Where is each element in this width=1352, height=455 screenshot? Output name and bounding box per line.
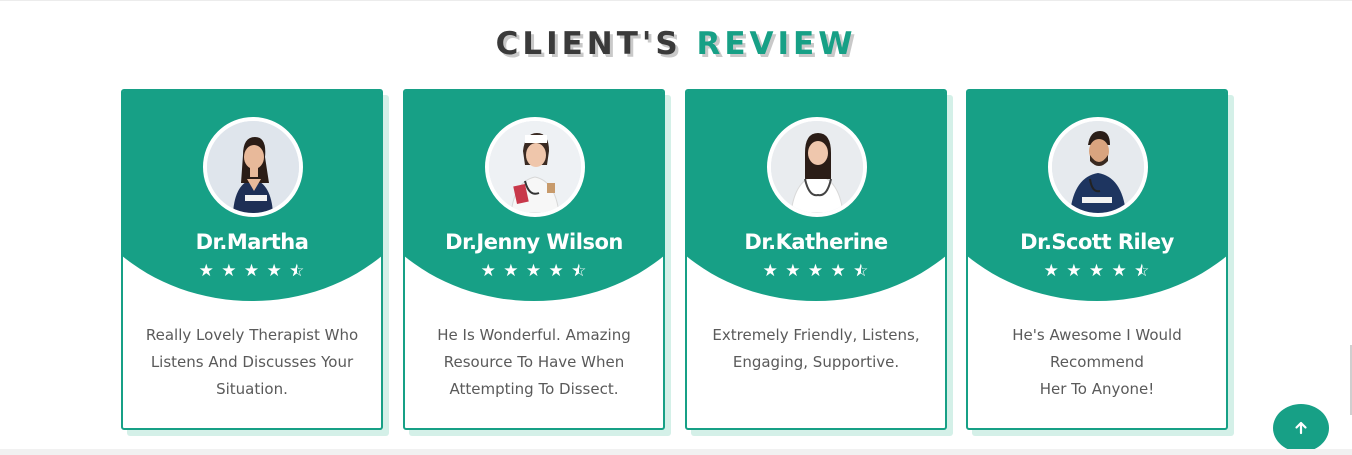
doctor-name: Dr.Scott Riley (1020, 230, 1174, 254)
rating-stars: ★ ★ ★ ★ ☆★ (405, 261, 663, 281)
doctor-photo-icon (489, 121, 581, 213)
star-icon: ★ (807, 261, 825, 281)
star-icon: ★ (266, 261, 283, 281)
star-icon: ★ (1088, 261, 1106, 281)
rating-stars: ★ ★ ★ ★ ☆★ (123, 261, 381, 281)
page-bottom-strip (0, 449, 1352, 455)
review-card: Dr.Katherine ★ ★ ★ ★ ☆★ Extremely Friend… (685, 89, 947, 430)
star-half-icon: ☆★ (853, 261, 870, 281)
review-line: Listens And Discusses Your (150, 353, 354, 371)
rating-stars: ★ ★ ★ ★ ☆★ (687, 261, 945, 281)
avatar (485, 117, 585, 217)
star-icon: ★ (480, 261, 497, 281)
doctor-photo-icon (771, 121, 863, 213)
review-line: Attempting To Dissect. (449, 380, 619, 398)
star-icon: ★ (503, 261, 520, 281)
section-title-accent: REVIEW (696, 26, 857, 62)
review-text: He's Awesome I Would Recommend Her To An… (982, 322, 1212, 403)
star-icon: ★ (762, 261, 779, 281)
star-icon: ★ (243, 261, 261, 281)
review-line: Situation. (216, 380, 288, 398)
scroll-to-top-button[interactable] (1273, 404, 1329, 452)
review-text: He Is Wonderful. Amazing Resource To Hav… (419, 322, 649, 403)
review-card: Dr.Martha ★ ★ ★ ★ ☆★ Really Lovely Thera… (121, 89, 383, 430)
page-top-divider (0, 0, 1352, 1)
doctor-photo-icon (207, 121, 299, 213)
avatar (767, 117, 867, 217)
review-text: Extremely Friendly, Listens, Engaging, S… (701, 322, 931, 376)
review-line: Really Lovely Therapist Who (145, 326, 359, 344)
star-half-icon: ☆★ (289, 261, 306, 281)
avatar (1048, 117, 1148, 217)
avatar (203, 117, 303, 217)
star-icon: ★ (1111, 261, 1128, 281)
review-text: Really Lovely Therapist Who Listens And … (137, 322, 367, 403)
review-line: Engaging, Supportive. (732, 353, 900, 371)
section-title-dark: CLIENT'S (495, 26, 682, 62)
doctor-name: Dr.Katherine (744, 230, 888, 254)
doctor-photo-icon (1052, 121, 1144, 213)
review-line: Extremely Friendly, Listens, (712, 326, 920, 344)
star-icon: ★ (548, 261, 565, 281)
star-half-icon: ☆★ (1134, 261, 1151, 281)
star-half-icon: ☆★ (571, 261, 588, 281)
review-line: Her To Anyone! (1039, 380, 1155, 398)
review-line: Recommend (1050, 353, 1144, 371)
review-line: Resource To Have When (443, 353, 625, 371)
review-card: Dr.Scott Riley ★ ★ ★ ★ ☆★ He's Awesome I… (966, 89, 1228, 430)
star-icon: ★ (221, 261, 238, 281)
review-line: He Is Wonderful. Amazing (437, 326, 631, 344)
doctor-name: Dr.Martha (195, 230, 309, 254)
rating-stars: ★ ★ ★ ★ ☆★ (968, 261, 1226, 281)
star-icon: ★ (1043, 261, 1060, 281)
star-icon: ★ (1066, 261, 1083, 281)
star-icon: ★ (198, 261, 215, 281)
star-icon: ★ (785, 261, 802, 281)
arrow-up-icon (1295, 421, 1307, 435)
star-icon: ★ (830, 261, 847, 281)
review-line: He's Awesome I Would (1012, 326, 1182, 344)
section-title: CLIENT'S REVIEW (0, 22, 1352, 66)
review-card: Dr.Jenny Wilson ★ ★ ★ ★ ☆★ He Is Wonderf… (403, 89, 665, 430)
doctor-name: Dr.Jenny Wilson (445, 230, 623, 254)
star-icon: ★ (525, 261, 543, 281)
